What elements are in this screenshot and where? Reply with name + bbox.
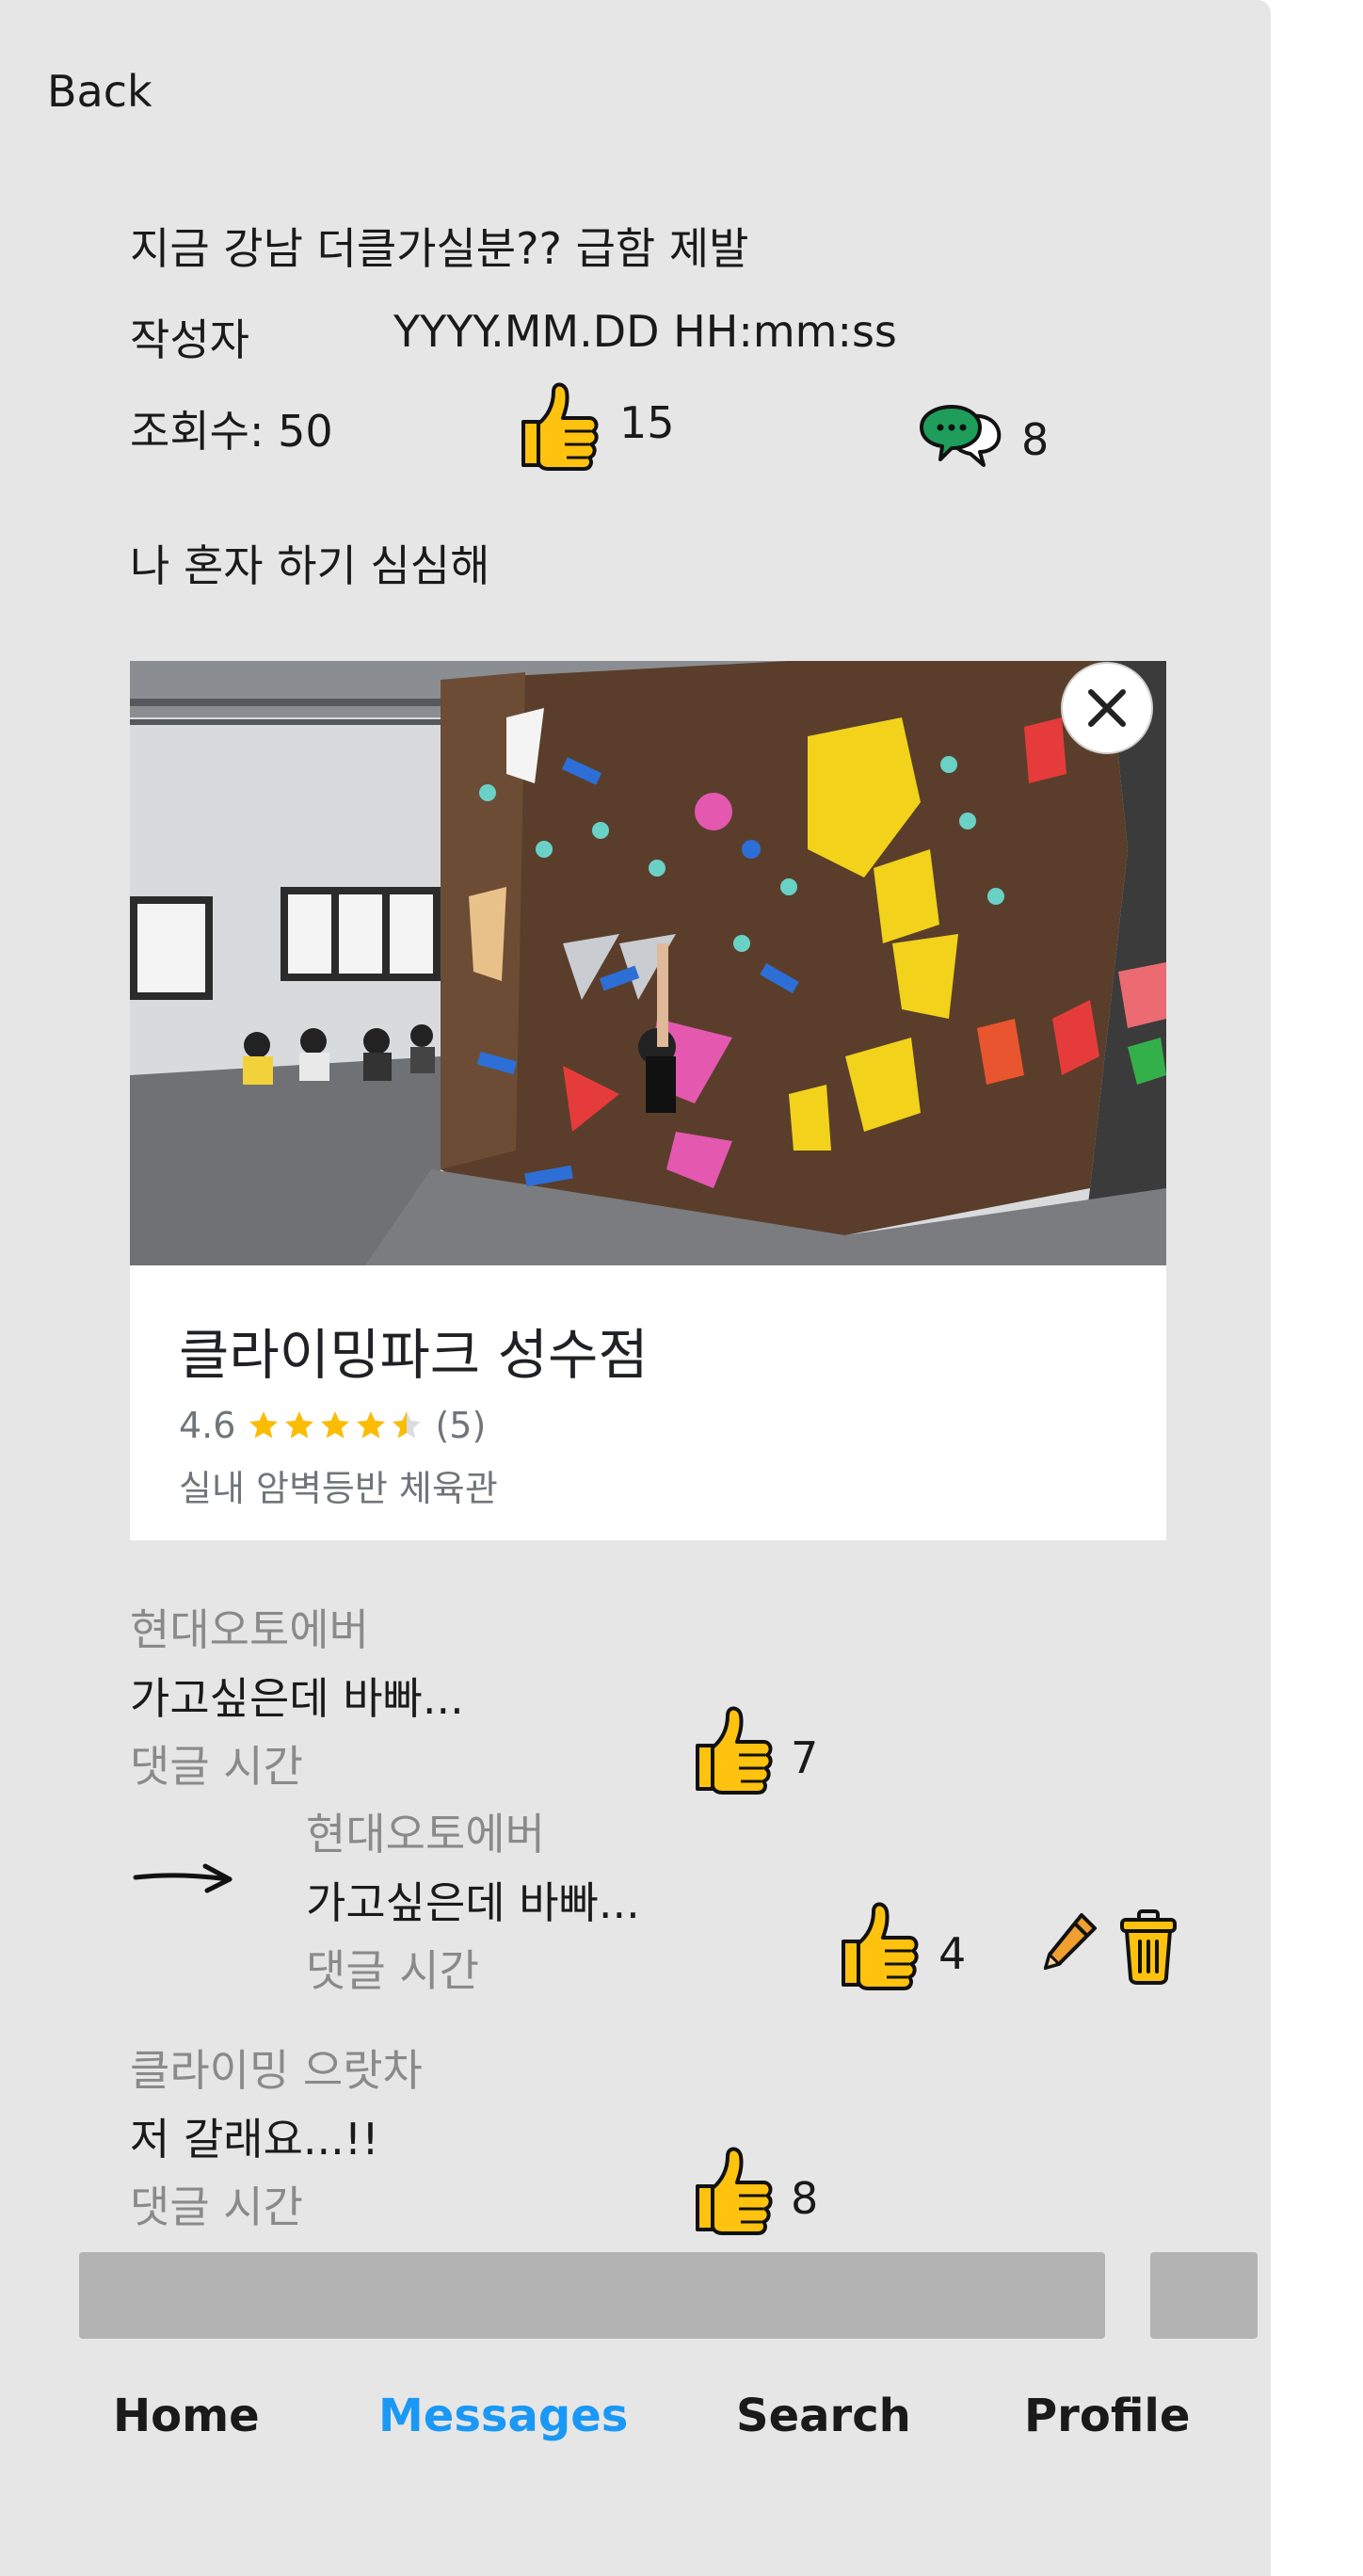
nav-messages[interactable]: Messages (378, 2390, 628, 2442)
reply-time: 댓글 시간 (306, 1945, 479, 1996)
rating-value: 4.6 (179, 1405, 236, 1446)
comment-like-button[interactable] (690, 1700, 775, 1808)
chat-bubbles-icon (920, 405, 1002, 467)
post-like-count: 15 (619, 397, 675, 448)
comment-author: 현대오토에버 (130, 1604, 369, 1655)
rating-row: 4.6 (5) (179, 1405, 486, 1446)
back-button[interactable]: Back (47, 66, 152, 117)
close-icon (1061, 662, 1153, 754)
reply-like-button[interactable] (836, 1896, 921, 2004)
place-category: 실내 암벽등반 체육관 (179, 1468, 498, 1509)
reply-arrow-icon (133, 1863, 233, 1893)
reply-text: 가고싶은데 바빠... (306, 1877, 640, 1928)
place-card[interactable]: 클라이밍파크 성수점 4.6 (5) 실내 암벽등반 체육관 (130, 661, 1166, 1540)
thumbs-up-icon (521, 382, 599, 471)
comment-author: 클라이밍 으랏차 (130, 2045, 423, 2096)
thumbs-up-icon (842, 1902, 919, 1990)
post-author: 작성자 (130, 314, 249, 365)
screen: Back 지금 강남 더클가실분?? 급함 제발 작성자 YYYY.MM.DD … (0, 0, 1271, 2576)
star-icon (321, 1411, 350, 1439)
close-card-button[interactable] (1060, 661, 1154, 755)
star-icon (285, 1411, 314, 1439)
edit-comment-button[interactable] (1040, 1909, 1098, 1981)
comment-like-count: 7 (791, 1732, 819, 1783)
comment-time: 댓글 시간 (130, 1741, 303, 1792)
reply-author: 현대오토에버 (306, 1809, 545, 1860)
nav-profile[interactable]: Profile (1024, 2390, 1190, 2442)
reply-like-count: 4 (938, 1928, 967, 1979)
nav-search[interactable]: Search (736, 2390, 911, 2442)
comments-indicator[interactable] (918, 403, 1002, 482)
post-title: 지금 강남 더클가실분?? 급함 제발 (130, 223, 749, 274)
climbing-gym-photo (130, 661, 1166, 1265)
place-name: 클라이밍파크 성수점 (179, 1323, 649, 1387)
comments-count: 8 (1021, 414, 1050, 465)
comment-text: 가고싶은데 바빠... (130, 1673, 464, 1724)
post-views: 조회수: 50 (130, 406, 333, 457)
star-rating (247, 1409, 424, 1442)
star-icon (357, 1411, 386, 1439)
post-datetime: YYYY.MM.DD HH:mm:ss (393, 306, 897, 357)
comment-text: 저 갈래요...!! (130, 2114, 379, 2165)
post-like-button[interactable] (516, 377, 601, 484)
comment-time: 댓글 시간 (130, 2182, 303, 2232)
trash-icon (1120, 1909, 1177, 1985)
star-icon (249, 1411, 279, 1439)
thumbs-up-icon (696, 2147, 773, 2235)
half-star-icon (393, 1411, 422, 1439)
comment-like-count: 8 (791, 2173, 819, 2224)
review-count: (5) (435, 1405, 487, 1446)
post-body: 나 혼자 하기 심심해 (130, 540, 490, 591)
comment-input[interactable] (79, 2252, 1105, 2339)
thumbs-up-icon (696, 1706, 773, 1795)
send-button[interactable] (1150, 2252, 1258, 2339)
pencil-icon (1043, 1913, 1097, 1971)
delete-comment-button[interactable] (1118, 1908, 1179, 1988)
comment-like-button[interactable] (690, 2141, 775, 2248)
nav-home[interactable]: Home (113, 2390, 260, 2442)
